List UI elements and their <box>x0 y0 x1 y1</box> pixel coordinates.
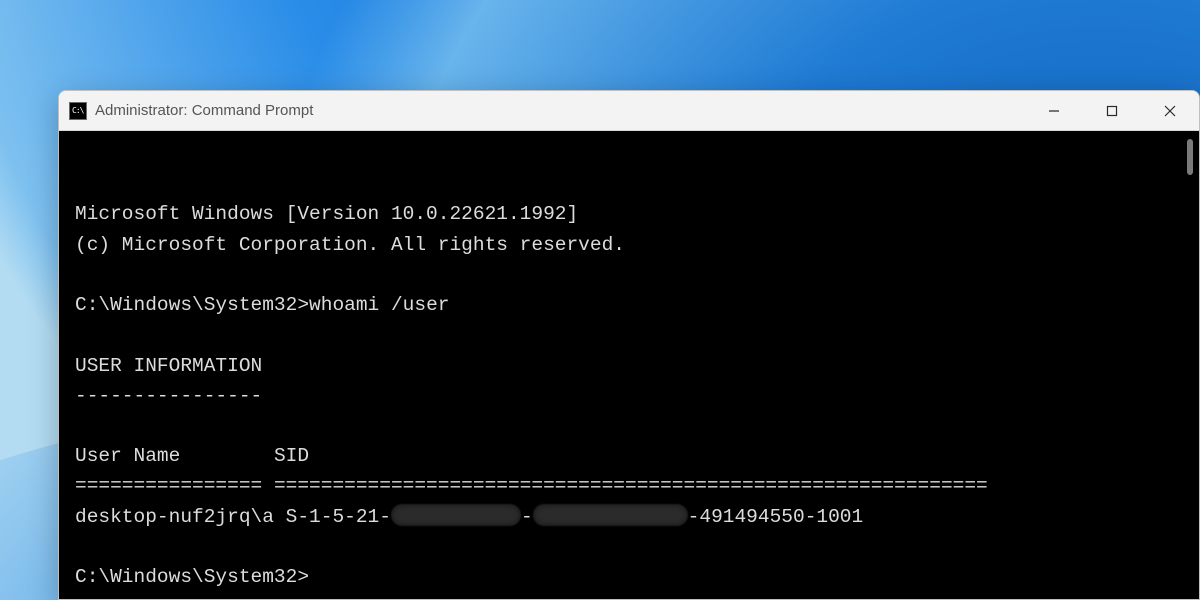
terminal-output[interactable]: Microsoft Windows [Version 10.0.22621.19… <box>59 131 1199 599</box>
scrollbar-thumb[interactable] <box>1187 139 1193 175</box>
close-button[interactable] <box>1141 91 1199 130</box>
table-header: User Name SID <box>75 445 309 467</box>
prompt-path: C:\Windows\System32> <box>75 566 309 588</box>
cell-sid-prefix: S-1-5-21- <box>286 506 391 528</box>
minimize-button[interactable] <box>1025 91 1083 130</box>
cmd-icon: C:\ <box>69 102 87 120</box>
prompt-path: C:\Windows\System32> <box>75 294 309 316</box>
window-controls <box>1025 91 1199 130</box>
titlebar[interactable]: C:\ Administrator: Command Prompt <box>59 91 1199 131</box>
command-prompt-window: C:\ Administrator: Command Prompt Micros… <box>58 90 1200 600</box>
redacted-segment <box>533 504 688 526</box>
maximize-icon <box>1106 105 1118 117</box>
section-underline: ---------------- <box>75 385 262 407</box>
banner-line: Microsoft Windows [Version 10.0.22621.19… <box>75 203 578 225</box>
window-title: Administrator: Command Prompt <box>95 102 313 119</box>
prompt-line: C:\Windows\System32>whoami /user <box>75 294 449 316</box>
maximize-button[interactable] <box>1083 91 1141 130</box>
table-separator: ================ =======================… <box>75 475 988 497</box>
cell-sid-suffix: -491494550-1001 <box>688 506 864 528</box>
redacted-segment <box>391 504 521 526</box>
banner-line: (c) Microsoft Corporation. All rights re… <box>75 234 625 256</box>
col-sid: SID <box>274 445 309 467</box>
close-icon <box>1164 105 1176 117</box>
col-user: User Name <box>75 445 180 467</box>
typed-command: whoami /user <box>309 294 449 316</box>
minimize-icon <box>1048 105 1060 117</box>
section-header: USER INFORMATION <box>75 355 262 377</box>
prompt-line: C:\Windows\System32> <box>75 566 309 588</box>
table-row: desktop-nuf2jrq\a S-1-5-21---491494550-1… <box>75 506 863 528</box>
cell-user: desktop-nuf2jrq\a <box>75 506 274 528</box>
